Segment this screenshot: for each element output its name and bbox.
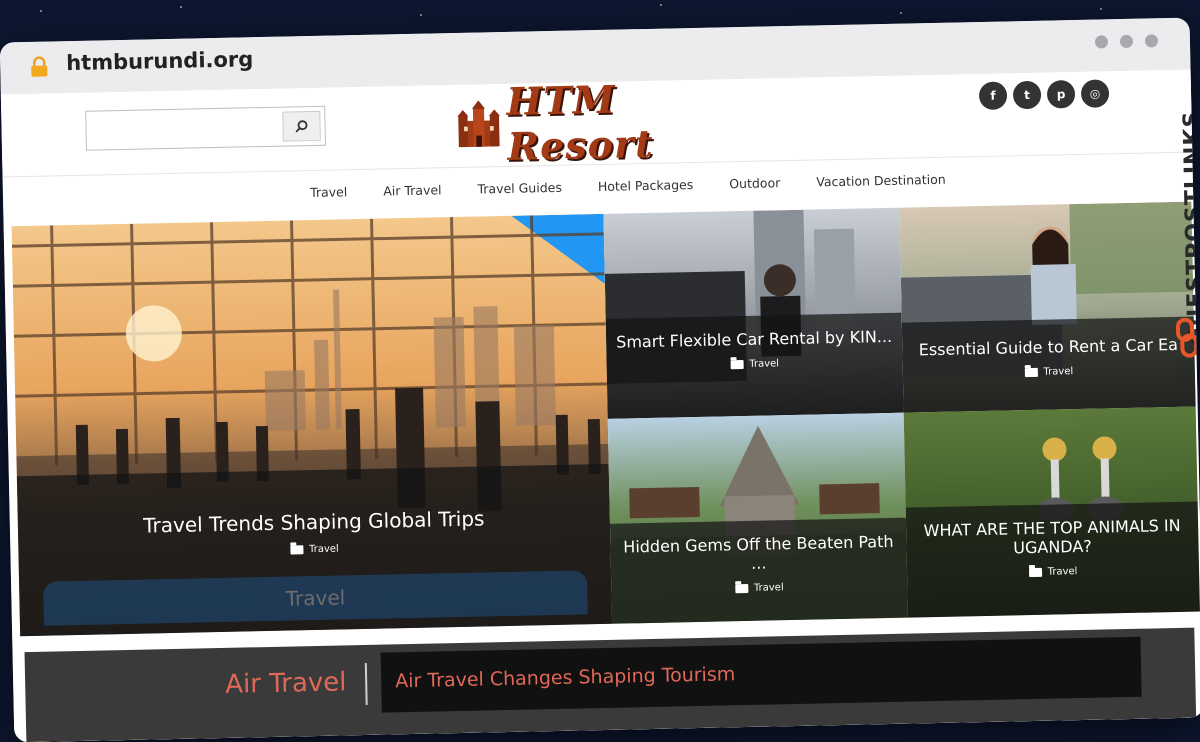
browser-window: htmburundi.org HTM Resort f t p ◎ Travel… [0,17,1200,742]
search-box [85,105,326,151]
featured-top-middle-category[interactable]: Travel [607,356,903,373]
nav-item-travel-guides[interactable]: Travel Guides [477,179,562,196]
featured-top-right-title[interactable]: Essential Guide to Rent a Car Ea [902,335,1194,360]
watermark: GUESTPOSTLINKS [1161,77,1200,378]
featured-bottom-middle-tile[interactable]: Hidden Gems Off the Beaten Path ... Trav… [607,412,908,624]
featured-bottom-right-title[interactable]: WHAT ARE THE TOP ANIMALS IN UGANDA? [906,516,1199,560]
featured-top-middle-caption: Smart Flexible Car Rental by KIN... Trav… [605,312,904,419]
featured-bottom-right-tile[interactable]: WHAT ARE THE TOP ANIMALS IN UGANDA? Trav… [903,406,1200,618]
social-links: f t p ◎ [978,79,1110,111]
site-logo[interactable]: HTM Resort [456,77,757,169]
facebook-icon[interactable]: f [978,81,1008,111]
window-dot-icon[interactable] [1094,35,1109,49]
trending-bar: Air Travel Air Travel Changes Shaping To… [24,627,1197,742]
instagram-icon[interactable]: ◎ [1080,79,1110,108]
featured-top-right-caption: Essential Guide to Rent a Car Ea Travel [901,316,1196,413]
link-icon [1175,317,1199,358]
search-button[interactable] [282,110,321,142]
featured-bottom-middle-title[interactable]: Hidden Gems Off the Beaten Path ... [610,532,907,576]
folder-icon [1024,367,1038,378]
castle-icon [457,100,500,148]
trending-divider [364,662,368,705]
twitter-icon[interactable]: t [1012,80,1042,110]
url-text[interactable]: htmburundi.org [66,47,254,75]
pinterest-icon[interactable]: p [1046,80,1076,109]
window-controls [1094,34,1159,49]
search-input[interactable] [92,113,283,146]
category-tag[interactable]: Travel [43,570,588,626]
nav-item-outdoor[interactable]: Outdoor [729,175,780,191]
watermark-text: GUESTPOSTLINKS [1179,110,1200,346]
nav-item-hotel-packages[interactable]: Hotel Packages [598,177,694,194]
featured-top-middle-title[interactable]: Smart Flexible Car Rental by KIN... [606,327,902,352]
trending-headline[interactable]: Air Travel Changes Shaping Tourism [395,663,735,692]
logo-text: HTM Resort [506,76,654,169]
featured-main-tile[interactable]: Travel Trends Shaping Global Trips Trave… [11,213,613,637]
folder-icon [734,583,749,594]
lock-icon [31,56,48,77]
nav-item-vacation-destination[interactable]: Vacation Destination [816,171,946,189]
nav-item-travel[interactable]: Travel [310,184,347,200]
featured-main-title[interactable]: Travel Trends Shaping Global Trips [18,504,610,540]
window-dot-icon[interactable] [1144,34,1159,48]
folder-icon [289,545,304,555]
web-page: HTM Resort f t p ◎ Travel Air Travel Tra… [0,69,1200,742]
featured-bottom-middle-caption: Hidden Gems Off the Beaten Path ... Trav… [609,517,908,624]
folder-icon [730,360,744,370]
nav-item-air-travel[interactable]: Air Travel [383,182,442,198]
featured-grid: Travel Trends Shaping Global Trips Trave… [11,201,1200,647]
trending-headline-box[interactable]: Air Travel Changes Shaping Tourism [380,636,1142,713]
featured-main-category[interactable]: Travel [18,538,610,561]
featured-bottom-middle-category[interactable]: Travel [611,580,907,597]
featured-top-right-tile[interactable]: Essential Guide to Rent a Car Ea Travel [899,201,1196,413]
featured-bottom-right-caption: WHAT ARE THE TOP ANIMALS IN UGANDA? Trav… [905,501,1200,618]
trending-label: Air Travel [224,667,347,700]
featured-top-right-category[interactable]: Travel [903,364,1195,381]
featured-main-caption: Travel Trends Shaping Global Trips Trave… [16,463,613,637]
featured-top-middle-tile[interactable]: Smart Flexible Car Rental by KIN... Trav… [603,207,904,419]
featured-bottom-right-category[interactable]: Travel [907,564,1199,581]
search-icon [295,120,308,133]
window-dot-icon[interactable] [1119,34,1134,49]
folder-icon [1028,567,1042,578]
